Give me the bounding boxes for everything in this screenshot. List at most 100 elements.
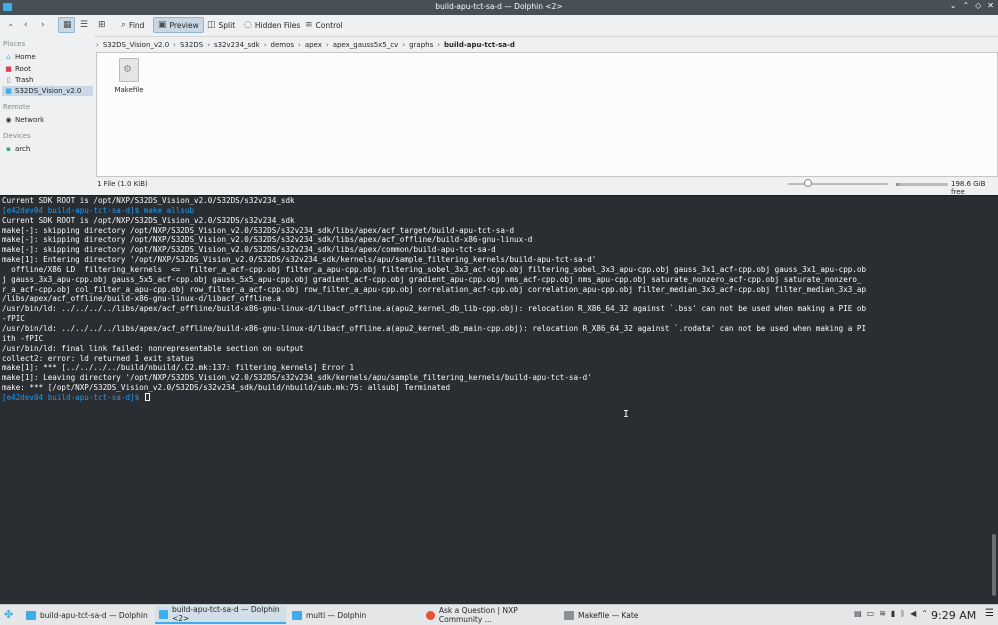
terminal-line: offline/X86 LD filtering_kernels <= filt…: [2, 264, 867, 274]
hidden-files-label: Hidden Files: [254, 20, 301, 30]
root-folder-icon: ■: [5, 65, 12, 73]
terminal-line: make[-]: skipping directory /opt/NXP/S32…: [2, 235, 533, 245]
file-view[interactable]: ⚙ Makefile: [96, 52, 998, 177]
window-titlebar[interactable]: build-apu-tct-sa-d — Dolphin <2> ⌄ ⌃ ◇ ✕: [0, 0, 998, 15]
terminal-line: /usr/bin/ld: final link failed: nonrepre…: [2, 343, 304, 353]
forward-arrow-icon: ›: [41, 20, 45, 30]
details-view-button[interactable]: ⊞: [94, 17, 111, 33]
terminal-line: /usr/bin/ld: ../../../../libs/apex/acf_o…: [2, 304, 867, 314]
terminal-line: make: *** [/opt/NXP/S32DS_Vision_v2.0/S3…: [2, 383, 451, 393]
back-arrow-icon: ‹: [24, 20, 28, 30]
places-item-trash[interactable]: ▯ Trash: [2, 75, 93, 85]
close-icon[interactable]: ✕: [987, 1, 994, 10]
terminal-panel[interactable]: Current SDK ROOT is /opt/NXP/S32DS_Visio…: [0, 195, 998, 604]
terminal-line: r_a_acf-cpp.obj col_filter_a_apu-cpp.obj…: [2, 284, 867, 294]
task-dolphin-2[interactable]: build-apu-tct-sa-d — Dolphin <2>: [155, 605, 286, 624]
breadcrumb-current[interactable]: build-apu-tct-sa-d: [440, 41, 519, 49]
forward-button[interactable]: ›: [37, 17, 49, 33]
task-kate[interactable]: Makefile — Kate: [560, 606, 650, 624]
breadcrumb-item[interactable]: graphs: [405, 41, 437, 49]
task-dolphin-multi[interactable]: multi — Dolphin: [288, 606, 420, 624]
task-dolphin-1[interactable]: build-apu-tct-sa-d — Dolphin: [22, 606, 154, 624]
file-item-makefile[interactable]: ⚙ Makefile: [109, 58, 149, 94]
task-label: build-apu-tct-sa-d — Dolphin: [40, 610, 148, 620]
breadcrumb-item[interactable]: apex_gauss5x5_cv: [329, 41, 403, 49]
display-icon[interactable]: ▭: [867, 609, 875, 618]
terminal-cursor: [144, 392, 150, 401]
bluetooth-icon[interactable]: ᛒ: [900, 609, 905, 618]
places-item-network[interactable]: ◉ Network: [2, 115, 93, 125]
control-label: Control: [315, 20, 343, 30]
icons-view-button[interactable]: ▦: [58, 17, 75, 33]
devices-header: Devices: [3, 132, 31, 140]
terminal-line: Current SDK ROOT is /opt/NXP/S32DS_Visio…: [2, 215, 295, 225]
firefox-icon: [426, 610, 435, 620]
find-button[interactable]: ⌕ Find: [117, 17, 148, 33]
system-tray: ▤ ▭ ≋ ▮ ᛒ ◀ ⌃: [854, 609, 928, 618]
icons-view-icon: ▦: [63, 20, 72, 30]
search-icon: ⌕: [121, 20, 127, 30]
folder-icon: ■: [5, 87, 12, 95]
zoom-slider-handle[interactable]: [804, 179, 812, 187]
zoom-slider[interactable]: [788, 179, 888, 187]
expand-tray-icon[interactable]: ⌃: [921, 609, 928, 618]
places-item-home[interactable]: ⌂ Home: [2, 52, 93, 62]
lock-icon[interactable]: ▮: [891, 609, 895, 618]
terminal-line: Current SDK ROOT is /opt/NXP/S32DS_Visio…: [2, 196, 295, 205]
terminal-line: make[-]: skipping directory /opt/NXP/S32…: [2, 225, 515, 235]
breadcrumb-item[interactable]: demos: [267, 41, 299, 49]
preview-button[interactable]: ▣ Preview: [153, 17, 204, 33]
places-item-s32ds-vision[interactable]: ■ S32DS_Vision_v2.0: [2, 86, 93, 96]
places-item-label: Network: [15, 116, 45, 124]
remote-header: Remote: [3, 103, 31, 111]
split-button[interactable]: ◫ Split: [203, 17, 239, 33]
task-label: Ask a Question | NXP Community ...: [438, 606, 518, 624]
preview-label: Preview: [169, 20, 199, 30]
compact-view-button[interactable]: ☰: [76, 17, 93, 33]
makefile-icon: ⚙: [119, 58, 139, 82]
network-tray-icon[interactable]: ≋: [879, 609, 886, 618]
terminal-line: make[1]: *** [../../../../build/nbuild/.…: [2, 363, 355, 373]
panel-menu-icon[interactable]: ☰: [985, 608, 994, 619]
volume-icon[interactable]: ◀: [910, 609, 916, 618]
breadcrumb-item[interactable]: s32v234_sdk: [210, 41, 264, 49]
main-view: › S32DS_Vision_v2.0 › S32DS › s32v234_sd…: [96, 36, 998, 196]
minimize-icon[interactable]: ⌄: [950, 1, 957, 10]
hidden-files-button[interactable]: ◌ Hidden Files: [240, 17, 304, 33]
window-controls: ⌄ ⌃ ◇ ✕: [950, 1, 994, 10]
breadcrumb-item[interactable]: S32DS: [176, 41, 207, 49]
application-launcher-icon[interactable]: ✤: [4, 608, 13, 621]
terminal-line: make[1]: Leaving directory '/opt/NXP/S32…: [2, 373, 592, 383]
back-button[interactable]: ‹: [20, 17, 32, 33]
clipboard-icon[interactable]: ▤: [854, 609, 862, 618]
breadcrumb: › S32DS_Vision_v2.0 › S32DS › s32v234_sd…: [96, 39, 519, 51]
terminal-scrollbar[interactable]: [992, 534, 996, 596]
taskbar: ✤ build-apu-tct-sa-d — Dolphin build-apu…: [0, 604, 998, 625]
task-label: Makefile — Kate: [578, 610, 639, 620]
control-button[interactable]: ≡ Control: [301, 17, 347, 33]
places-item-arch[interactable]: ▪ arch: [2, 144, 93, 154]
terminal-output: Current SDK ROOT is /opt/NXP/S32DS_Visio…: [2, 196, 987, 403]
terminal-line: make[1]: Entering directory '/opt/NXP/S3…: [2, 255, 597, 265]
breadcrumb-item[interactable]: apex: [301, 41, 326, 49]
split-icon: ◫: [207, 20, 216, 30]
terminal-line: [e42dev04 build-apu-tct-sa-d]$ make alls…: [2, 205, 195, 215]
keep-above-icon[interactable]: ◇: [975, 1, 981, 10]
terminal-line: make[-]: skipping directory /opt/NXP/S32…: [2, 245, 496, 255]
dolphin-icon: [159, 609, 168, 619]
breadcrumb-item[interactable]: S32DS_Vision_v2.0: [99, 41, 173, 49]
kate-icon: [564, 610, 574, 620]
maximize-icon[interactable]: ⌃: [962, 1, 969, 10]
places-item-label: Trash: [15, 76, 34, 84]
up-button[interactable]: ‹: [4, 17, 16, 33]
status-summary: 1 File (1.0 KiB): [97, 180, 148, 188]
text-cursor-icon: I: [623, 409, 630, 420]
terminal-line: [e42dev04 build-apu-tct-sa-d]$: [2, 392, 987, 403]
details-view-icon: ⊞: [98, 20, 106, 30]
statusbar: 1 File (1.0 KiB) 198.6 GiB free: [96, 177, 998, 196]
network-icon: ◉: [5, 116, 12, 124]
task-firefox[interactable]: Ask a Question | NXP Community ...: [422, 606, 558, 624]
places-item-root[interactable]: ■ Root: [2, 64, 93, 74]
hidden-files-icon: ◌: [244, 20, 252, 30]
clock[interactable]: 9:29 AM: [931, 609, 976, 622]
